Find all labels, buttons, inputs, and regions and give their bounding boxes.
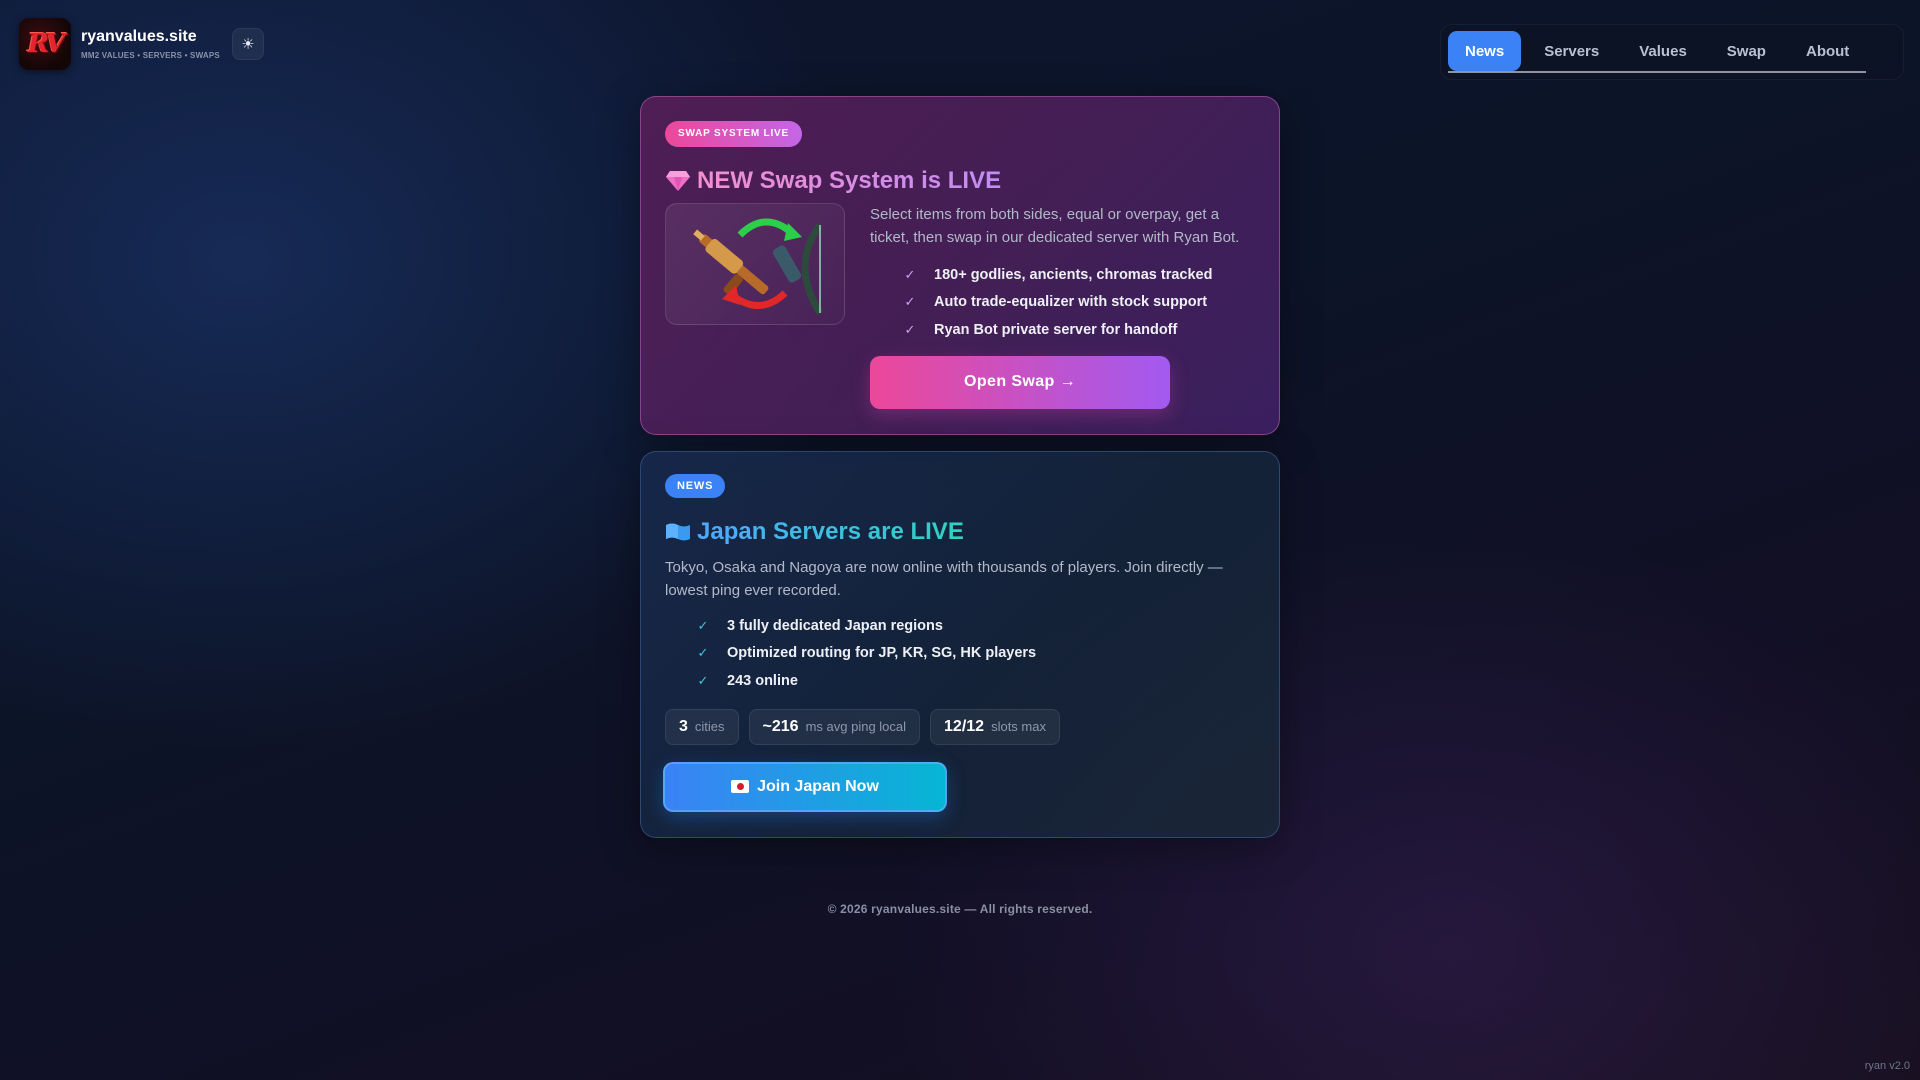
nav-tabs: News Servers Values Swap About [1448, 31, 1867, 73]
nav-item-values[interactable]: Values [1622, 31, 1704, 71]
news-description: Tokyo, Osaka and Nagoya are now online w… [665, 559, 1223, 599]
nav-item-about[interactable]: About [1789, 31, 1866, 71]
swap-feature-list: ✓ 180+ godlies, ancients, chromas tracked… [870, 261, 1255, 344]
main-nav: News Servers Values Swap About [1440, 24, 1904, 80]
japan-flag-icon [731, 780, 750, 793]
swap-description: Select items from both sides, equal or o… [870, 206, 1240, 246]
logo-text: RV [27, 29, 66, 59]
list-item: ✓ Auto trade-equalizer with stock support [902, 289, 1255, 317]
check-icon: ✓ [697, 645, 709, 661]
japan-servers-news-card: NEWS Japan Servers are LIVE Tokyo, Osaka… [640, 451, 1280, 838]
check-icon: ✓ [904, 266, 916, 282]
news-badge: NEWS [665, 474, 726, 498]
nav-item-news[interactable]: News [1448, 31, 1522, 71]
stat-cities: 3 cities [665, 708, 739, 745]
version-label: ryan v2.0 [1864, 1060, 1910, 1072]
sun-icon: ☀ [241, 36, 255, 53]
list-item: ✓ 243 online [695, 667, 1255, 695]
feature-text: Auto trade-equalizer with stock support [934, 294, 1208, 311]
site-logo[interactable]: RV [19, 18, 71, 70]
stat-value: 12/12 [944, 717, 985, 735]
news-title-text: Japan Servers are LIVE [697, 518, 964, 545]
swap-announcement-card: SWAP SYSTEM LIVE NEW Swap System is LIVE [640, 96, 1280, 435]
brand[interactable]: RV ryanvalues.site MM2 VALUES • SERVERS … [19, 18, 264, 70]
news-card-title: Japan Servers are LIVE [665, 518, 1255, 546]
feature-text: 180+ godlies, ancients, chromas tracked [934, 266, 1213, 283]
site-name: ryanvalues.site [81, 28, 197, 45]
stat-label: slots max [991, 719, 1046, 734]
list-item: ✓ 3 fully dedicated Japan regions [695, 612, 1255, 640]
join-japan-button[interactable]: Join Japan Now [663, 761, 947, 812]
stat-value: 3 [679, 717, 688, 735]
swap-card-title: NEW Swap System is LIVE [665, 167, 1255, 195]
check-icon: ✓ [697, 617, 709, 633]
open-swap-button[interactable]: Open Swap → [870, 355, 1170, 409]
flag-icon [665, 519, 693, 545]
list-item: ✓ Optimized routing for JP, KR, SG, HK pl… [695, 640, 1255, 668]
stat-label: ms avg ping local [805, 719, 907, 734]
theme-toggle-button[interactable]: ☀ [231, 28, 264, 60]
footer-copyright: © 2026 ryanvalues.site — All rights rese… [827, 902, 1093, 916]
weapons-swap-image [665, 203, 845, 325]
nav-item-swap[interactable]: Swap [1710, 31, 1783, 71]
feature-text: Ryan Bot private server for handoff [934, 321, 1178, 338]
feature-text: Optimized routing for JP, KR, SG, HK pla… [727, 645, 1037, 662]
feature-text: 3 fully dedicated Japan regions [727, 617, 943, 634]
swap-body: Select items from both sides, equal or o… [665, 203, 1255, 409]
stat-slots: 12/12 slots max [930, 708, 1060, 745]
check-icon: ✓ [904, 294, 916, 310]
check-icon: ✓ [697, 672, 709, 688]
swap-title-text: NEW Swap System is LIVE [697, 167, 1002, 194]
check-icon: ✓ [904, 321, 916, 337]
site-tagline: MM2 VALUES • SERVERS • SWAPS [81, 51, 220, 60]
stat-label: cities [694, 719, 725, 734]
brand-text: ryanvalues.site MM2 VALUES • SERVERS • S… [81, 28, 220, 60]
swap-details: Select items from both sides, equal or o… [870, 203, 1255, 409]
list-item: ✓ 180+ godlies, ancients, chromas tracked [902, 261, 1255, 289]
feature-text: 243 online [727, 672, 798, 689]
list-item: ✓ Ryan Bot private server for handoff [902, 316, 1255, 344]
join-japan-label: Join Japan Now [757, 777, 879, 795]
server-stats: 3 cities ~216 ms avg ping local 12/12 sl… [665, 708, 1255, 745]
swap-status-badge: SWAP SYSTEM LIVE [665, 121, 802, 147]
nav-item-servers[interactable]: Servers [1527, 31, 1616, 71]
stat-ping: ~216 ms avg ping local [748, 708, 921, 745]
news-feature-list: ✓ 3 fully dedicated Japan regions ✓ Optimi… [665, 612, 1255, 695]
stat-value: ~216 [762, 717, 799, 735]
gem-icon [665, 168, 693, 194]
